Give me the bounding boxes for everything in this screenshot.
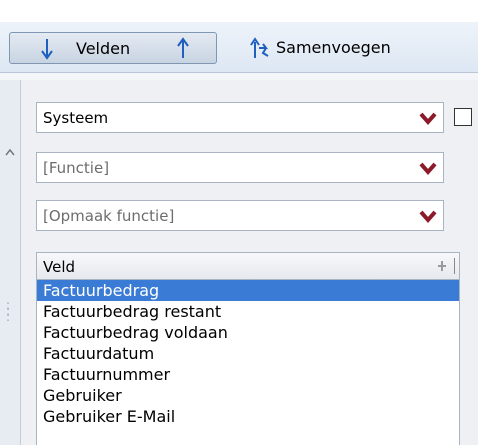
list-item[interactable]: Factuurbedrag bbox=[37, 280, 459, 301]
samenvoegen-label: Samenvoegen bbox=[276, 38, 391, 57]
window-top bbox=[0, 0, 478, 22]
splitter-grip: ::: bbox=[6, 298, 11, 324]
chevron-down-icon[interactable] bbox=[417, 205, 439, 227]
systeem-select[interactable]: Systeem bbox=[36, 102, 444, 133]
functie-select[interactable]: [Functie] bbox=[36, 152, 444, 183]
list-item[interactable]: Factuurbedrag restant bbox=[37, 301, 459, 322]
veld-column-header[interactable]: Veld bbox=[36, 252, 460, 280]
velden-label: Velden bbox=[76, 39, 131, 58]
scroll-up-icon bbox=[5, 148, 15, 156]
arrow-up-icon bbox=[177, 37, 189, 58]
field-panel: Systeem [Functie] [Opmaak functie] Veld … bbox=[22, 80, 478, 445]
list-item[interactable]: Gebruiker bbox=[37, 385, 459, 406]
merge-icon bbox=[250, 37, 269, 58]
list-item[interactable]: Factuurdatum bbox=[37, 343, 459, 364]
samenvoegen-button[interactable]: Samenvoegen bbox=[238, 32, 438, 64]
arrow-down-icon bbox=[41, 39, 53, 60]
chevron-down-icon[interactable] bbox=[417, 157, 439, 179]
systeem-value: Systeem bbox=[43, 109, 109, 127]
list-item[interactable]: Gebruiker E-Mail bbox=[37, 406, 459, 427]
chevron-down-icon[interactable] bbox=[417, 107, 439, 129]
header-divider bbox=[454, 258, 455, 274]
panel-top-border bbox=[0, 73, 478, 80]
opmaak-functie-value: [Opmaak functie] bbox=[43, 207, 175, 225]
left-splitter[interactable]: ::: bbox=[0, 80, 21, 445]
toolbar: Velden Samenvoegen bbox=[0, 22, 478, 73]
velden-button[interactable]: Velden bbox=[9, 32, 217, 64]
opmaak-functie-select[interactable]: [Opmaak functie] bbox=[36, 200, 444, 231]
pin-icon[interactable] bbox=[437, 260, 447, 272]
systeem-checkbox[interactable] bbox=[454, 108, 472, 126]
veld-header-label: Veld bbox=[43, 258, 76, 276]
functie-value: [Functie] bbox=[43, 159, 110, 177]
field-list[interactable]: Factuurbedrag Factuurbedrag restant Factuu… bbox=[36, 280, 460, 445]
list-item[interactable]: Factuurbedrag voldaan bbox=[37, 322, 459, 343]
list-item[interactable]: Factuurnummer bbox=[37, 364, 459, 385]
